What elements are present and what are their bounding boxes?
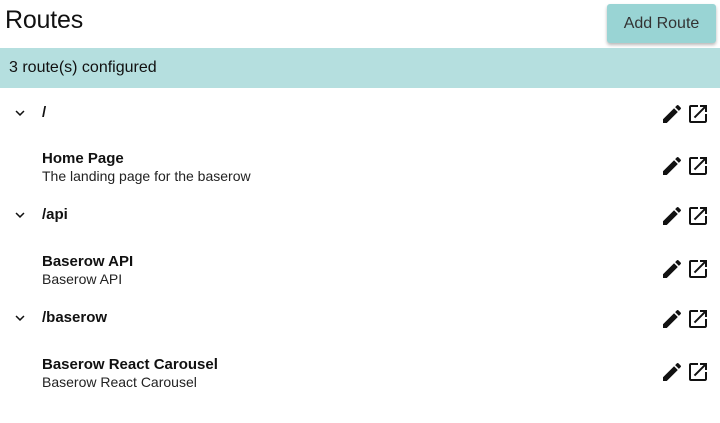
route-item-home-page[interactable]: Home Page The landing page for the baser… xyxy=(0,140,720,190)
route-item-baserow-react-carousel[interactable]: Baserow React Carousel Baserow React Car… xyxy=(0,346,720,396)
open-in-new-icon[interactable] xyxy=(686,204,710,228)
open-in-new-icon[interactable] xyxy=(686,307,710,331)
chevron-down-icon[interactable] xyxy=(11,309,29,327)
add-route-button[interactable]: Add Route xyxy=(607,4,716,43)
pencil-icon[interactable] xyxy=(660,154,684,178)
route-group-root[interactable]: / xyxy=(0,90,720,138)
route-description: Baserow React Carousel xyxy=(42,374,197,390)
chevron-down-icon[interactable] xyxy=(11,206,29,224)
route-group-api[interactable]: /api xyxy=(0,192,720,240)
open-in-new-icon[interactable] xyxy=(686,257,710,281)
route-title: Baserow API xyxy=(42,253,134,270)
route-title: Baserow React Carousel xyxy=(42,356,218,373)
route-description: Baserow API xyxy=(42,271,123,287)
route-group-baserow[interactable]: /baserow xyxy=(0,295,720,343)
pencil-icon[interactable] xyxy=(660,102,684,126)
page-title: Routes xyxy=(5,6,84,34)
open-in-new-icon[interactable] xyxy=(686,102,710,126)
pencil-icon[interactable] xyxy=(660,204,684,228)
route-description: The landing page for the baserow xyxy=(42,168,251,184)
chevron-down-icon[interactable] xyxy=(11,104,29,122)
route-item-baserow-api[interactable]: Baserow API Baserow API xyxy=(0,243,720,293)
status-bar: 3 route(s) configured xyxy=(0,48,720,88)
route-path: /api xyxy=(42,206,68,223)
open-in-new-icon[interactable] xyxy=(686,360,710,384)
status-text: 3 route(s) configured xyxy=(9,59,157,76)
route-path: / xyxy=(42,104,47,121)
pencil-icon[interactable] xyxy=(660,257,684,281)
pencil-icon[interactable] xyxy=(660,360,684,384)
pencil-icon[interactable] xyxy=(660,307,684,331)
route-path: /baserow xyxy=(42,309,108,326)
open-in-new-icon[interactable] xyxy=(686,154,710,178)
header: Routes Add Route xyxy=(0,0,720,48)
route-title: Home Page xyxy=(42,150,124,167)
